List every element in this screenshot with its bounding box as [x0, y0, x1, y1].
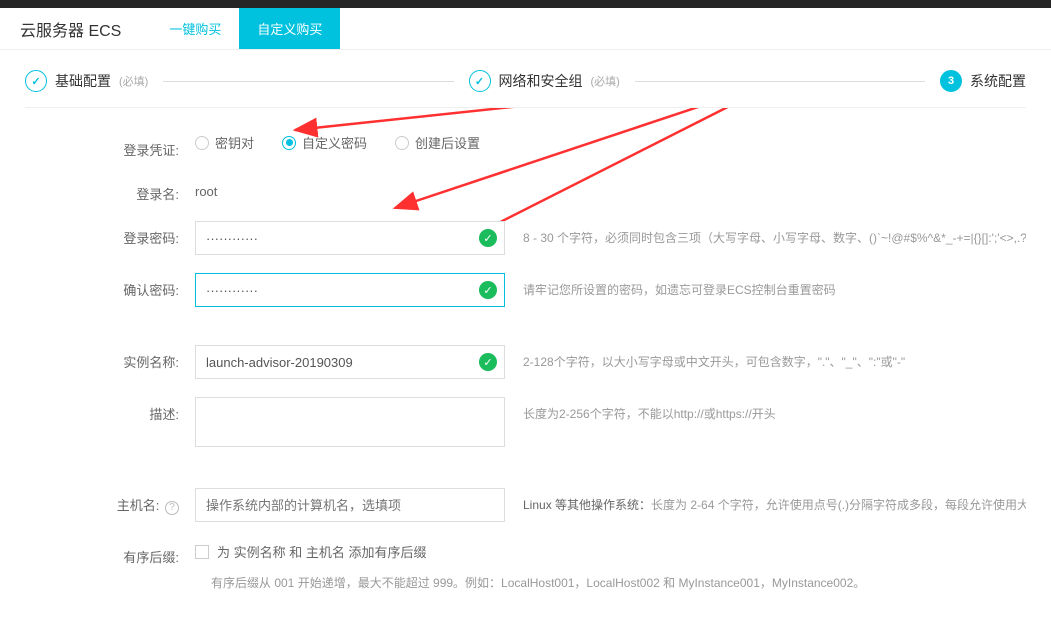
hint-confirm-password: 请牢记您所设置的密码，如遗忘可登录ECS控制台重置密码	[523, 273, 1026, 298]
product-title: 云服务器 ECS	[20, 17, 121, 41]
row-hostname: 主机名: ? Linux 等其他操作系统：长度为 2-64 个字符，允许使用点号…	[55, 488, 1026, 522]
input-wrap-instance: ✓	[195, 345, 505, 379]
row-login-password: 登录密码: ✓ 8 - 30 个字符，必须同时包含三项（大写字母、小写字母、数字…	[55, 221, 1026, 255]
progress-steps: ✓ 基础配置 (必填) ✓ 网络和安全组 (必填) 3 系统配置	[0, 50, 1051, 107]
header: 云服务器 ECS 一键购买 自定义购买	[0, 8, 1051, 50]
hint-instance-name: 2-128个字符，以大小写字母或中文开头，可包含数字，"."、"_"、":"或"…	[523, 345, 1026, 370]
input-wrap-password: ✓	[195, 221, 505, 255]
step-label: 网络和安全组	[499, 71, 583, 91]
radio-label: 密钥对	[215, 133, 254, 152]
window-topbar	[0, 0, 1051, 8]
row-confirm-password: 确认密码: ✓ 请牢记您所设置的密码，如遗忘可登录ECS控制台重置密码	[55, 273, 1026, 307]
value-login-name: root	[195, 177, 217, 199]
hint-ordered-suffix: 有序后缀从 001 开始递增，最大不能超过 999。例如：LocalHost00…	[211, 574, 1026, 591]
hint-hostname: Linux 等其他操作系统：长度为 2-64 个字符，允许使用点号(.)分隔字符…	[523, 488, 1026, 513]
step-divider	[635, 81, 925, 82]
help-icon[interactable]: ?	[165, 501, 179, 515]
label-hostname: 主机名: ?	[55, 488, 195, 515]
radio-keypair[interactable]: 密钥对	[195, 133, 254, 152]
radio-icon	[282, 136, 296, 150]
check-icon: ✓	[469, 70, 491, 92]
row-ordered-suffix: 有序后缀: 为 实例名称 和 主机名 添加有序后缀	[55, 540, 1026, 566]
confirm-password-input[interactable]	[195, 273, 505, 307]
checkbox-icon	[195, 545, 209, 559]
radio-label: 自定义密码	[302, 133, 367, 152]
form-area: 登录凭证: 密钥对 自定义密码 创建后设置 登录名: root 登录密码: ✓	[25, 107, 1026, 621]
checkbox-wrap-suffix[interactable]: 为 实例名称 和 主机名 添加有序后缀	[195, 540, 426, 561]
checkbox-label: 为 实例名称 和 主机名 添加有序后缀	[217, 542, 426, 561]
check-icon: ✓	[479, 229, 497, 247]
instance-name-input[interactable]	[195, 345, 505, 379]
purchase-tabs: 一键购买 自定义购买	[151, 8, 340, 49]
label-login-password: 登录密码:	[55, 221, 195, 247]
radio-custom-password[interactable]: 自定义密码	[282, 133, 367, 152]
step-required: (必填)	[119, 73, 148, 89]
check-icon: ✓	[479, 353, 497, 371]
radio-set-later[interactable]: 创建后设置	[395, 133, 480, 152]
input-wrap-confirm: ✓	[195, 273, 505, 307]
input-wrap-hostname	[195, 488, 505, 522]
tab-custom-buy[interactable]: 自定义购买	[239, 8, 340, 49]
input-wrap-description	[195, 397, 505, 450]
row-login-credential: 登录凭证: 密钥对 自定义密码 创建后设置	[55, 133, 1026, 159]
row-login-name: 登录名: root	[55, 177, 1026, 203]
step-number-icon: 3	[940, 70, 962, 92]
tab-quick-buy[interactable]: 一键购买	[151, 8, 239, 49]
label-login-name: 登录名:	[55, 177, 195, 203]
step-system-config[interactable]: 3 系统配置	[940, 70, 1026, 92]
row-instance-name: 实例名称: ✓ 2-128个字符，以大小写字母或中文开头，可包含数字，"."、"…	[55, 345, 1026, 379]
row-description: 描述: 长度为2-256个字符，不能以http://或https://开头	[55, 397, 1026, 450]
step-basic-config[interactable]: ✓ 基础配置 (必填)	[25, 70, 148, 92]
hint-password: 8 - 30 个字符，必须同时包含三项（大写字母、小写字母、数字、()`~!@#…	[523, 221, 1026, 246]
radio-group-credential: 密钥对 自定义密码 创建后设置	[195, 133, 480, 152]
step-network-security[interactable]: ✓ 网络和安全组 (必填)	[469, 70, 620, 92]
hint-description: 长度为2-256个字符，不能以http://或https://开头	[523, 397, 1026, 422]
password-input[interactable]	[195, 221, 505, 255]
radio-icon	[195, 136, 209, 150]
label-login-credential: 登录凭证:	[55, 133, 195, 159]
step-label: 基础配置	[55, 71, 111, 91]
check-icon: ✓	[25, 70, 47, 92]
step-required: (必填)	[591, 73, 620, 89]
hostname-input[interactable]	[195, 488, 505, 522]
label-confirm-password: 确认密码:	[55, 273, 195, 299]
check-icon: ✓	[479, 281, 497, 299]
radio-label: 创建后设置	[415, 133, 480, 152]
label-ordered-suffix: 有序后缀:	[55, 540, 195, 566]
label-instance-name: 实例名称:	[55, 345, 195, 371]
step-divider	[163, 81, 453, 82]
label-description: 描述:	[55, 397, 195, 423]
radio-icon	[395, 136, 409, 150]
step-label: 系统配置	[970, 71, 1026, 91]
description-input[interactable]	[195, 397, 505, 447]
